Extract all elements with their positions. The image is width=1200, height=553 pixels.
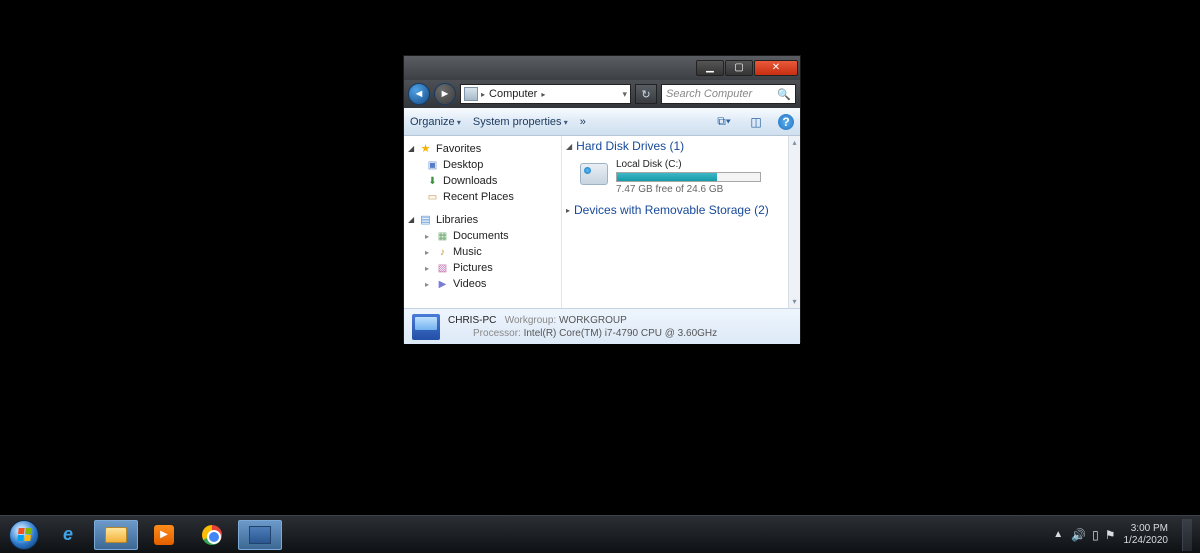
- expand-icon: ▸: [566, 206, 570, 215]
- details-pane: CHRIS-PC Workgroup: WORKGROUP Processor:…: [404, 308, 800, 344]
- date: 1/24/2020: [1124, 535, 1169, 547]
- taskbar-ie[interactable]: e: [46, 520, 90, 550]
- time: 3:00 PM: [1124, 523, 1169, 535]
- taskbar-app[interactable]: [238, 520, 282, 550]
- view-options-button[interactable]: ⧉▾: [714, 112, 734, 132]
- collapse-icon: ◢: [566, 142, 572, 151]
- search-box[interactable]: Search Computer 🔍: [661, 84, 796, 104]
- removable-group-header[interactable]: ▸ Devices with Removable Storage (2): [562, 200, 800, 221]
- desktop-icon: ▣: [425, 158, 440, 172]
- libraries-group: ◢▤ Libraries ▸▦ Documents ▸♪ Music ▸▧ Pi…: [404, 211, 561, 292]
- windows-logo-icon: [17, 528, 31, 541]
- workgroup-label: Workgroup:: [505, 315, 557, 326]
- refresh-button[interactable]: ↻: [635, 84, 657, 104]
- address-segment[interactable]: Computer: [485, 88, 541, 100]
- processor-value: Intel(R) Core(TM) i7-4790 CPU @ 3.60GHz: [524, 328, 718, 339]
- documents-icon: ▦: [435, 229, 450, 243]
- sidebar-item-music[interactable]: ▸♪ Music: [404, 244, 561, 260]
- processor-label: Processor:: [473, 328, 521, 339]
- toolbar-overflow[interactable]: »: [580, 116, 586, 128]
- close-button[interactable]: ✕: [754, 60, 798, 76]
- taskbar-chrome[interactable]: [190, 520, 234, 550]
- sidebar-item-desktop[interactable]: ▣ Desktop: [404, 157, 561, 173]
- help-button[interactable]: ?: [778, 114, 794, 130]
- action-center-icon[interactable]: ⚑: [1105, 528, 1116, 542]
- drive-local-c[interactable]: Local Disk (C:) 7.47 GB free of 24.6 GB: [562, 157, 800, 200]
- workgroup-value: WORKGROUP: [559, 315, 627, 326]
- sidebar-item-recent-places[interactable]: ▭ Recent Places: [404, 189, 561, 205]
- favorites-group: ◢★ Favorites ▣ Desktop ⬇ Downloads ▭ Rec…: [404, 140, 561, 205]
- sidebar-item-documents[interactable]: ▸▦ Documents: [404, 228, 561, 244]
- sidebar-item-videos[interactable]: ▸▶ Videos: [404, 276, 561, 292]
- address-bar[interactable]: ▸ Computer ▸ ▾: [460, 84, 631, 104]
- forward-button[interactable]: ►: [434, 83, 456, 105]
- libraries-header[interactable]: ◢▤ Libraries: [404, 211, 561, 228]
- sidebar-item-downloads[interactable]: ⬇ Downloads: [404, 173, 561, 189]
- computer-name: CHRIS-PC: [448, 315, 496, 326]
- star-icon: ★: [418, 142, 433, 156]
- libraries-label: Libraries: [436, 214, 478, 226]
- minimize-button[interactable]: ▁: [696, 60, 724, 76]
- search-icon: 🔍: [777, 88, 791, 101]
- recent-icon: ▭: [425, 190, 440, 204]
- drive-name: Local Disk (C:): [616, 159, 792, 170]
- chrome-icon: [202, 525, 222, 545]
- explorer-window: ▁ ▢ ✕ ◄ ► ▸ Computer ▸ ▾ ↻ Search Comput…: [403, 55, 801, 343]
- preview-pane-button[interactable]: ◫: [746, 112, 766, 132]
- show-desktop-button[interactable]: [1182, 519, 1192, 551]
- maximize-button[interactable]: ▢: [725, 60, 753, 76]
- organize-menu[interactable]: Organize: [410, 116, 461, 128]
- computer-icon: [464, 87, 478, 101]
- volume-icon[interactable]: 🔊: [1071, 528, 1086, 542]
- taskbar: e ▶ ▲ 🔊 ▯ ⚑ 3:00 PM 1/24/2020: [0, 515, 1200, 553]
- libraries-icon: ▤: [418, 213, 433, 227]
- drive-info: Local Disk (C:) 7.47 GB free of 24.6 GB: [616, 159, 792, 195]
- ie-icon: e: [63, 524, 73, 545]
- sidebar-item-pictures[interactable]: ▸▧ Pictures: [404, 260, 561, 276]
- videos-icon: ▶: [435, 277, 450, 291]
- capacity-bar: [616, 172, 761, 182]
- command-bar: Organize System properties » ⧉▾ ◫ ?: [404, 108, 800, 136]
- favorites-header[interactable]: ◢★ Favorites: [404, 140, 561, 157]
- folder-icon: [105, 527, 127, 543]
- back-button[interactable]: ◄: [408, 83, 430, 105]
- tray-chevron[interactable]: ▲: [1053, 529, 1063, 540]
- system-properties-button[interactable]: System properties: [473, 116, 568, 128]
- taskbar-explorer[interactable]: [94, 520, 138, 550]
- chevron-right-icon: ▸: [541, 90, 545, 99]
- nav-bar: ◄ ► ▸ Computer ▸ ▾ ↻ Search Computer 🔍: [404, 80, 800, 108]
- explorer-body: ◢★ Favorites ▣ Desktop ⬇ Downloads ▭ Rec…: [404, 136, 800, 308]
- nav-pane: ◢★ Favorites ▣ Desktop ⬇ Downloads ▭ Rec…: [404, 136, 562, 308]
- pictures-icon: ▧: [435, 261, 450, 275]
- drive-icon: [580, 163, 608, 185]
- music-icon: ♪: [435, 245, 450, 259]
- downloads-icon: ⬇: [425, 174, 440, 188]
- hdd-group-header[interactable]: ◢ Hard Disk Drives (1): [562, 136, 800, 157]
- network-icon[interactable]: ▯: [1092, 528, 1099, 542]
- start-button[interactable]: [4, 519, 44, 551]
- dropdown-icon[interactable]: ▾: [622, 89, 627, 100]
- drive-freespace: 7.47 GB free of 24.6 GB: [616, 184, 792, 195]
- taskbar-media-player[interactable]: ▶: [142, 520, 186, 550]
- computer-large-icon: [412, 314, 440, 340]
- system-tray: ▲ 🔊 ▯ ⚑ 3:00 PM 1/24/2020: [1053, 519, 1196, 551]
- app-icon: [249, 526, 271, 544]
- clock[interactable]: 3:00 PM 1/24/2020: [1124, 523, 1169, 547]
- media-icon: ▶: [154, 525, 174, 545]
- content-pane: ◢ Hard Disk Drives (1) Local Disk (C:) 7…: [562, 136, 800, 308]
- favorites-label: Favorites: [436, 143, 481, 155]
- scrollbar[interactable]: ▴▾: [788, 136, 800, 308]
- search-placeholder: Search Computer: [666, 88, 752, 100]
- titlebar[interactable]: ▁ ▢ ✕: [404, 56, 800, 80]
